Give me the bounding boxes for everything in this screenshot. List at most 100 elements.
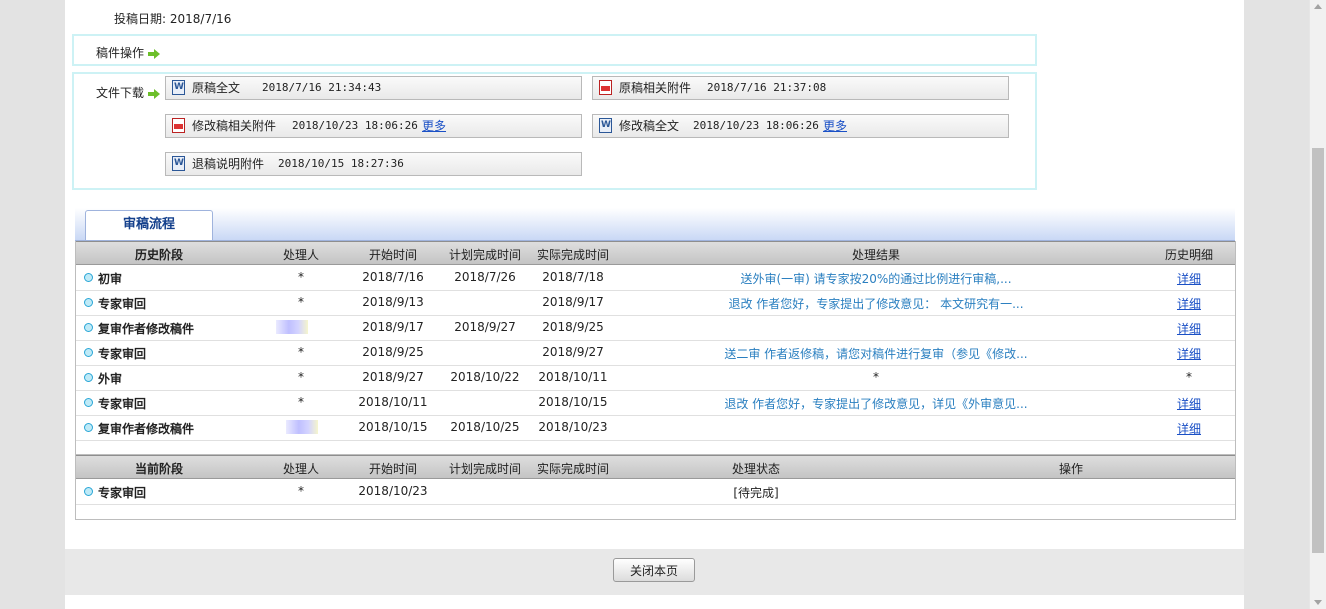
col-start-time: 开始时间 xyxy=(368,462,417,476)
bullet-icon xyxy=(84,423,93,432)
result-cell: 退改 作者您好，专家提出了修改意见，详见《外审意见... xyxy=(724,397,1028,411)
detail-link[interactable]: 详细 xyxy=(1156,270,1222,287)
table-row: 专家审回 * 2018/10/23 [待完成] xyxy=(76,479,1235,505)
redacted-handler xyxy=(286,420,318,434)
col-operations: 操作 xyxy=(1058,462,1083,476)
file-original-attachment[interactable]: 原稿相关附件 2018/7/16 21:37:08 xyxy=(592,76,1009,100)
stage-cell: 专家审回 xyxy=(84,295,146,312)
bullet-icon xyxy=(84,298,93,307)
bullet-icon xyxy=(84,398,93,407)
word-doc-icon xyxy=(172,152,185,174)
review-flow-header: 审稿流程 xyxy=(75,208,1235,241)
more-link[interactable]: 更多 xyxy=(823,115,847,137)
file-time: 2018/10/15 18:27:36 xyxy=(278,157,404,170)
close-page-button[interactable]: 关闭本页 xyxy=(613,558,695,582)
table-row: 专家审回 * 2018/10/11 2018/10/15 退改 作者您好，专家提… xyxy=(76,390,1235,416)
handler-cell: * xyxy=(298,395,304,409)
file-name: 原稿相关附件 xyxy=(619,81,692,95)
stage-cell: 专家审回 xyxy=(84,345,146,362)
detail-link[interactable]: 详细 xyxy=(1156,395,1222,412)
col-plan-time: 计划完成时间 xyxy=(448,248,521,262)
submit-date-label: 投稿日期: xyxy=(114,12,167,26)
scroll-up-arrow-icon[interactable] xyxy=(1314,4,1322,9)
col-plan-time: 计划完成时间 xyxy=(448,462,521,476)
file-rejection-attachment[interactable]: 退稿说明附件 2018/10/15 18:27:36 xyxy=(165,152,582,176)
stage-name: 初审 xyxy=(98,272,123,286)
file-original-full-text[interactable]: 原稿全文 2018/7/16 21:34:43 xyxy=(165,76,582,100)
bullet-icon xyxy=(84,323,93,332)
manuscript-ops-label: 稿件操作 xyxy=(96,44,160,61)
col-result: 处理结果 xyxy=(851,248,900,262)
history-table-header: 历史阶段 处理人 开始时间 计划完成时间 实际完成时间 处理结果 历史明细 xyxy=(76,241,1235,265)
current-table-header: 当前阶段 处理人 开始时间 计划完成时间 实际完成时间 处理状态 操作 xyxy=(76,455,1235,479)
history-table: 历史阶段 处理人 开始时间 计划完成时间 实际完成时间 处理结果 历史明细 初审… xyxy=(75,241,1236,455)
handler-cell: * xyxy=(298,295,304,309)
stage-cell: 专家审回 xyxy=(84,395,146,412)
table-row: 专家审回 * 2018/9/25 2018/9/27 送二审 作者返修稿，请您对… xyxy=(76,340,1235,366)
file-time: 2018/7/16 21:37:08 xyxy=(707,81,827,94)
table-row: 复审作者修改稿件 2018/10/15 2018/10/25 2018/10/2… xyxy=(76,415,1235,441)
col-handler: 处理人 xyxy=(282,248,319,262)
detail-link[interactable]: 详细 xyxy=(1156,320,1222,337)
file-name: 修改稿全文 xyxy=(619,119,680,133)
actual-cell: 2018/10/23 xyxy=(538,420,608,434)
stage-name: 复审作者修改稿件 xyxy=(98,322,195,336)
col-current-stage: 当前阶段 xyxy=(134,462,183,476)
file-name: 修改稿相关附件 xyxy=(192,119,277,133)
actual-cell: 2018/10/15 xyxy=(538,395,608,409)
stage-cell: 专家审回 xyxy=(84,484,146,501)
file-revision-attachment[interactable]: 修改稿相关附件 2018/10/23 18:06:26 更多 xyxy=(165,114,582,138)
plan-cell: 2018/9/27 xyxy=(454,320,516,334)
file-revision-full-text[interactable]: 修改稿全文 2018/10/23 18:06:26 更多 xyxy=(592,114,1009,138)
detail-link[interactable]: 详细 xyxy=(1156,295,1222,312)
table-row: 复审作者修改稿件 2018/9/17 2018/9/27 2018/9/25 详… xyxy=(76,315,1235,341)
stage-name: 专家审回 xyxy=(98,397,147,411)
tab-review-flow[interactable]: 审稿流程 xyxy=(85,210,213,240)
detail-link[interactable]: 详细 xyxy=(1156,420,1222,437)
plan-cell: 2018/10/22 xyxy=(450,370,520,384)
plan-cell: 2018/7/26 xyxy=(454,270,516,284)
col-actual-time: 实际完成时间 xyxy=(536,462,609,476)
green-arrow-icon xyxy=(147,88,160,99)
stage-cell: 初审 xyxy=(84,270,122,287)
vertical-scrollbar[interactable] xyxy=(1309,0,1326,609)
result-cell: 送外审(一审) 请专家按20%的通过比例进行审稿,... xyxy=(740,272,1012,286)
status-cell: [待完成] xyxy=(733,486,779,500)
col-history-stage: 历史阶段 xyxy=(134,248,183,262)
actual-cell: 2018/10/11 xyxy=(538,370,608,384)
more-link[interactable]: 更多 xyxy=(422,115,446,137)
bullet-icon xyxy=(84,273,93,282)
detail-link[interactable]: 详细 xyxy=(1156,345,1222,362)
stage-name: 专家审回 xyxy=(98,297,147,311)
handler-cell: * xyxy=(298,484,304,498)
file-time: 2018/7/16 21:34:43 xyxy=(262,81,382,94)
table-row: 外审 * 2018/9/27 2018/10/22 2018/10/11 * * xyxy=(76,365,1235,391)
actual-cell: 2018/9/17 xyxy=(542,295,604,309)
result-cell: 送二审 作者返修稿，请您对稿件进行复审（参见《修改... xyxy=(724,347,1028,361)
start-cell: 2018/9/13 xyxy=(362,295,424,309)
actual-cell: 2018/9/27 xyxy=(542,345,604,359)
col-history-detail: 历史明细 xyxy=(1164,248,1213,262)
file-name: 原稿全文 xyxy=(192,81,241,95)
stage-name: 专家审回 xyxy=(98,486,147,500)
bullet-icon xyxy=(84,487,93,496)
start-cell: 2018/10/11 xyxy=(358,395,428,409)
current-table: 当前阶段 处理人 开始时间 计划完成时间 实际完成时间 处理状态 操作 专家审回… xyxy=(75,455,1236,520)
stage-name: 外审 xyxy=(98,372,123,386)
start-cell: 2018/10/15 xyxy=(358,420,428,434)
submit-date-value: 2018/7/16 xyxy=(169,12,232,26)
green-arrow-icon xyxy=(147,48,160,59)
col-status: 处理状态 xyxy=(731,462,780,476)
scroll-down-arrow-icon[interactable] xyxy=(1314,600,1322,605)
file-download-panel: 文件下载 原稿全文 2018/7/16 21:34:43 原稿相关附件 2018… xyxy=(72,72,1037,190)
plan-cell: 2018/10/25 xyxy=(450,420,520,434)
file-download-text: 文件下载 xyxy=(96,86,145,100)
handler-cell: * xyxy=(298,345,304,359)
start-cell: 2018/9/17 xyxy=(362,320,424,334)
word-doc-icon xyxy=(172,76,185,98)
start-cell: 2018/9/25 xyxy=(362,345,424,359)
file-time: 2018/10/23 18:06:26 xyxy=(693,119,819,132)
start-cell: 2018/9/27 xyxy=(362,370,424,384)
page-content: 投稿日期: 2018/7/16 稿件操作 文件下载 原稿全文 2018/7/16… xyxy=(65,0,1244,609)
scrollbar-thumb[interactable] xyxy=(1312,148,1324,553)
